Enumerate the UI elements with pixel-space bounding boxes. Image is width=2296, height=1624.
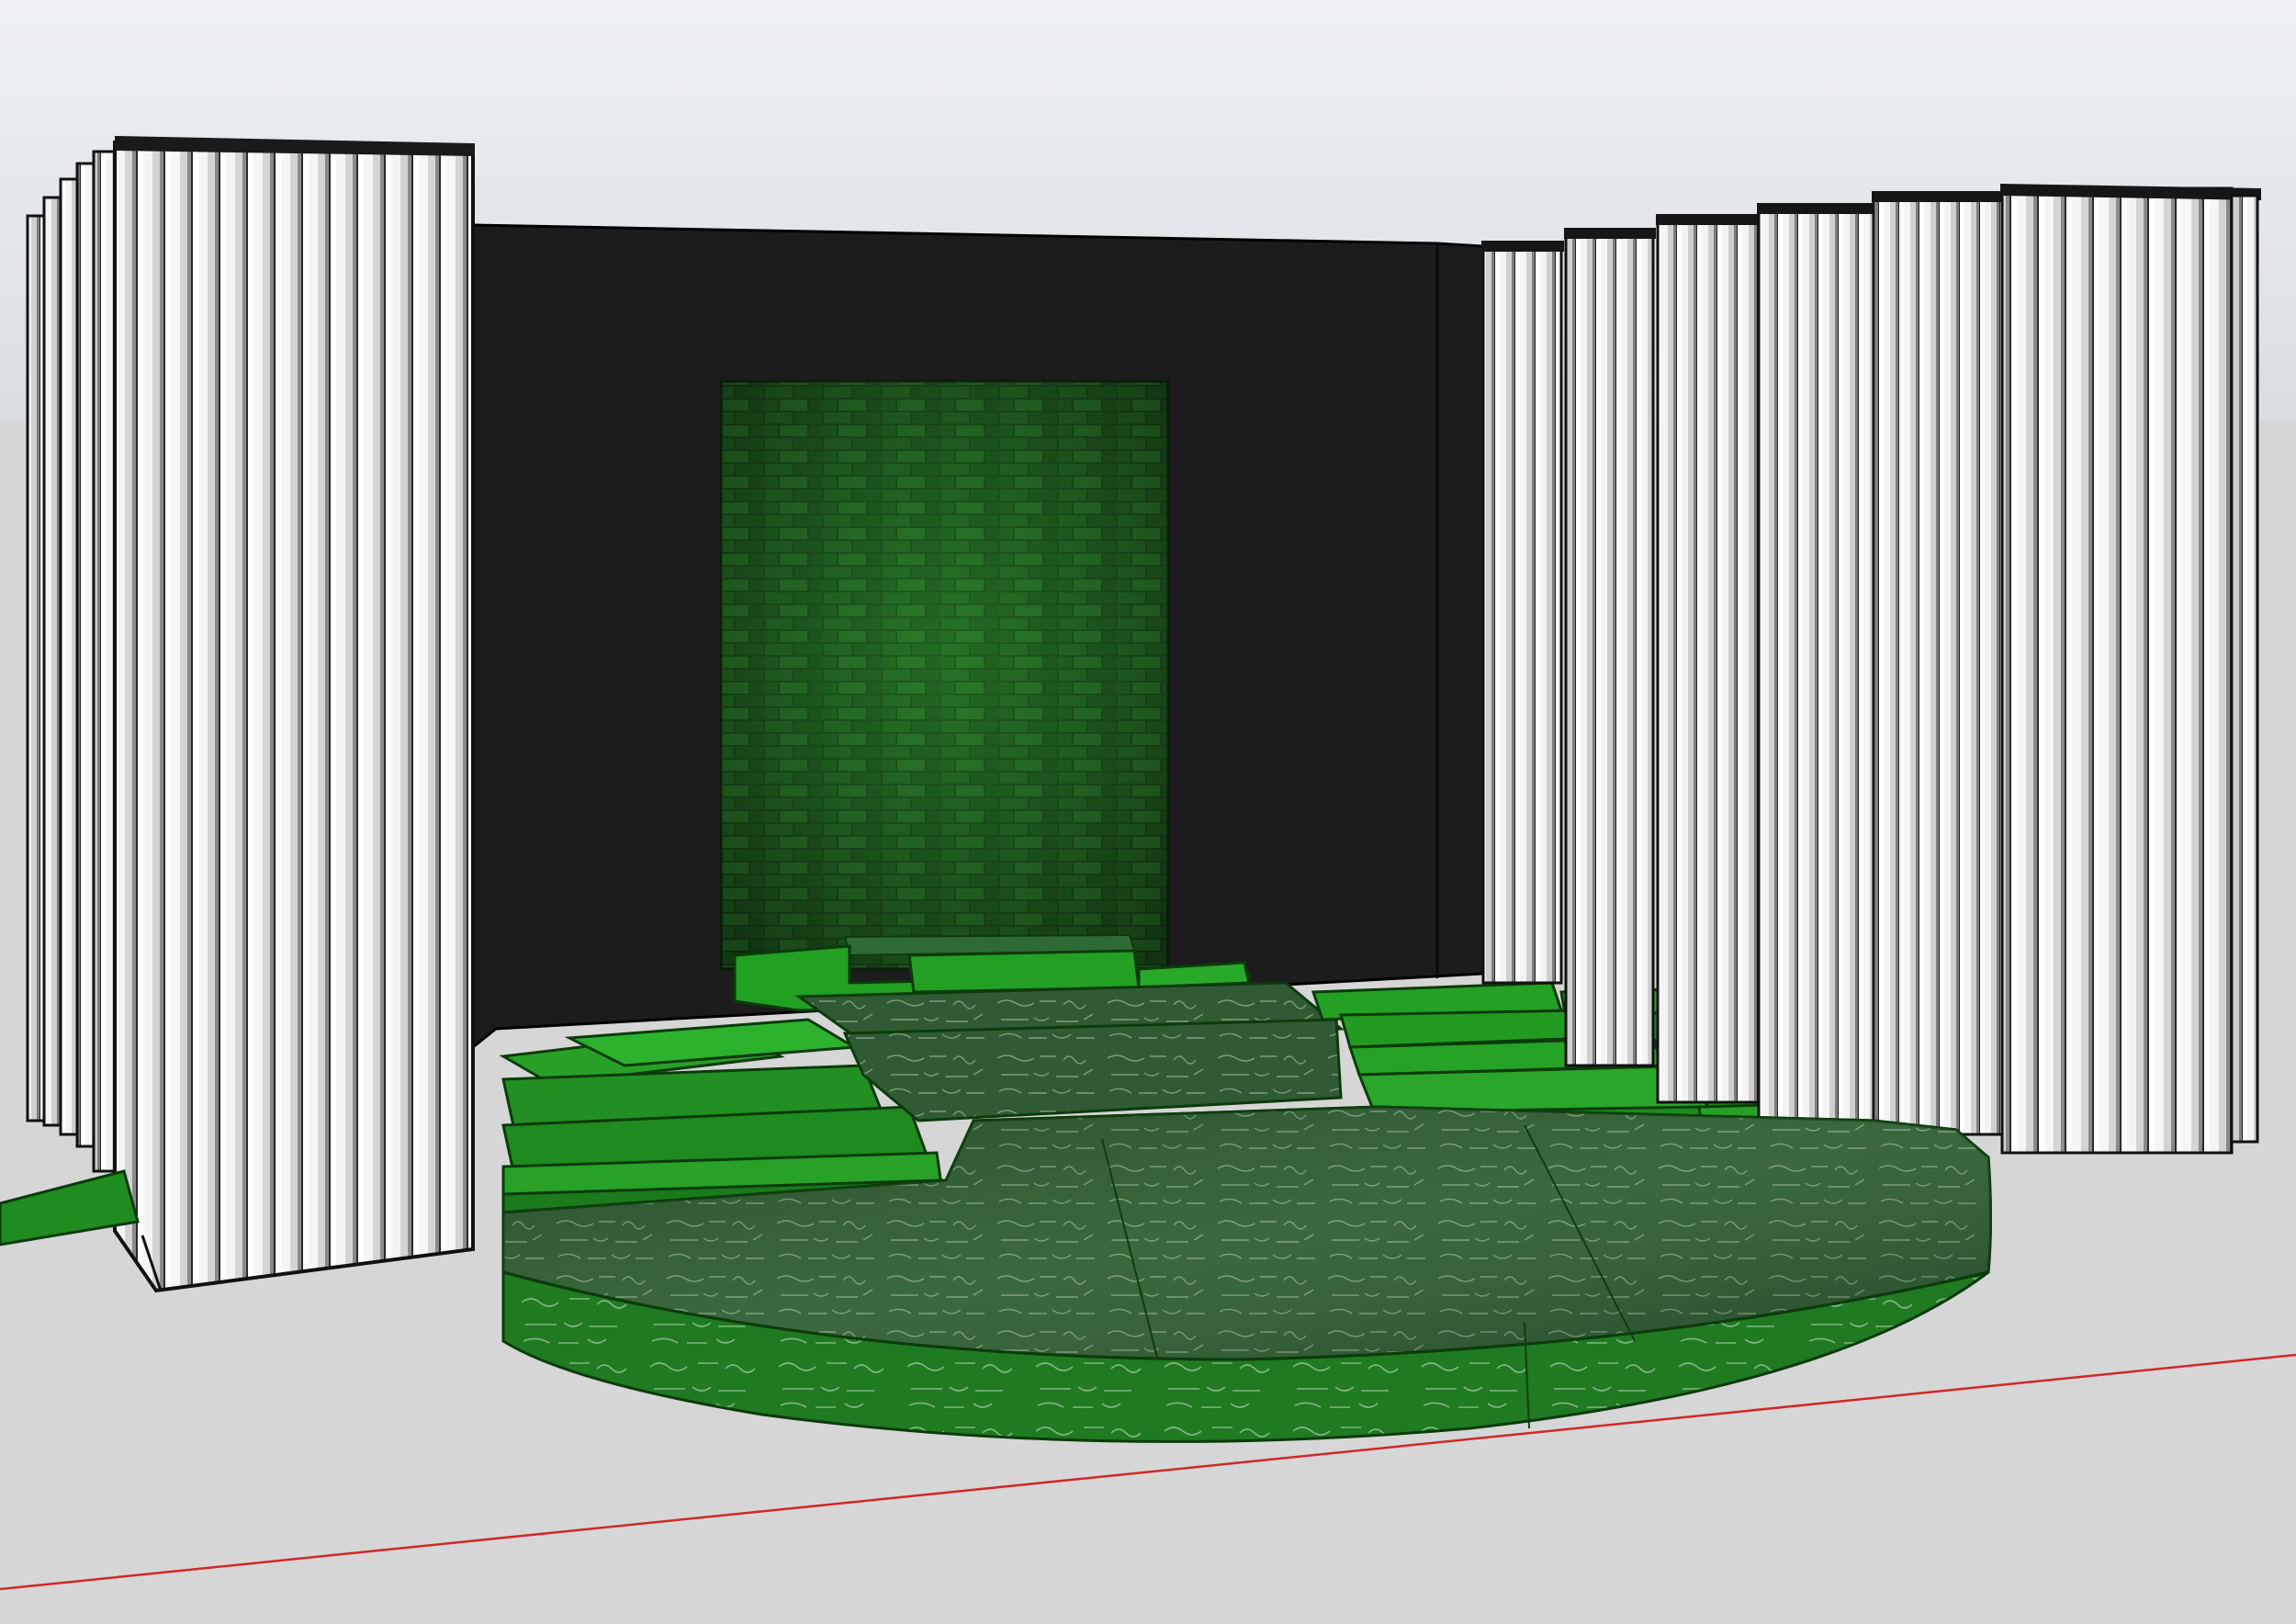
brick-panel[interactable] xyxy=(719,379,1170,971)
stage-model-render[interactable] xyxy=(0,0,2296,1624)
right-curtains[interactable] xyxy=(1481,184,2261,1155)
left-curtain-stack[interactable] xyxy=(26,136,475,1293)
sketchup-viewport[interactable] xyxy=(0,0,2296,1624)
